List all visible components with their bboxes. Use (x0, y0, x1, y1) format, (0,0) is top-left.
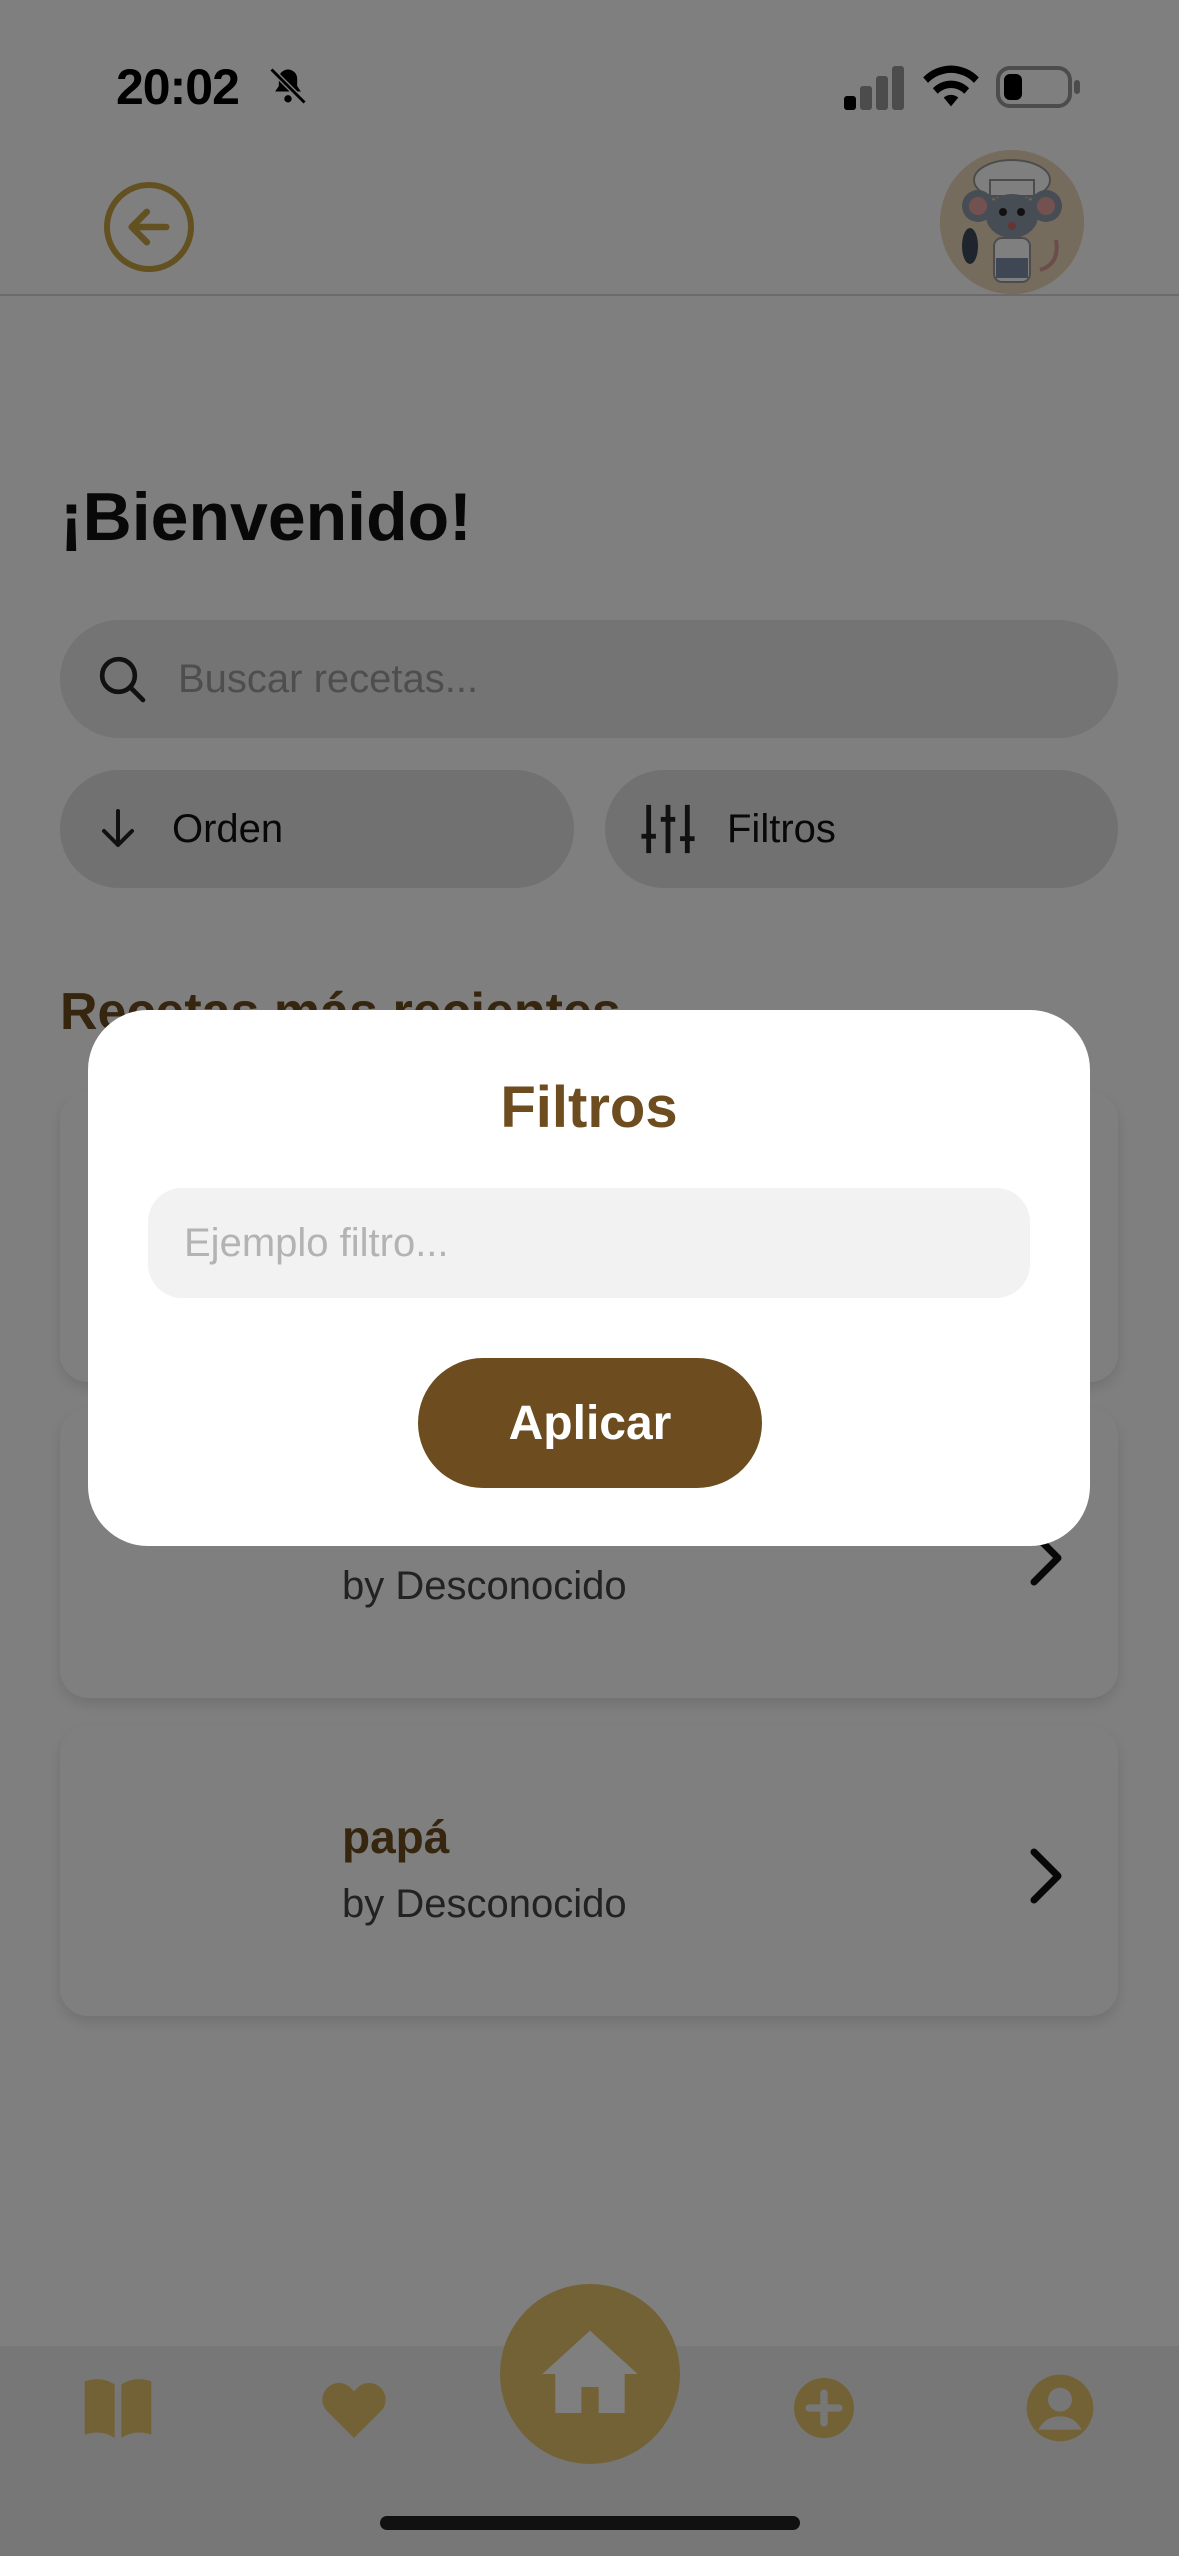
filters-modal: Filtros Aplicar (88, 1010, 1090, 1546)
app-screen: 20:02 (0, 0, 1179, 2556)
home-indicator (380, 2516, 800, 2530)
filter-input[interactable] (148, 1188, 1030, 1298)
modal-title: Filtros (500, 1075, 678, 1140)
apply-button[interactable]: Aplicar (418, 1358, 762, 1488)
